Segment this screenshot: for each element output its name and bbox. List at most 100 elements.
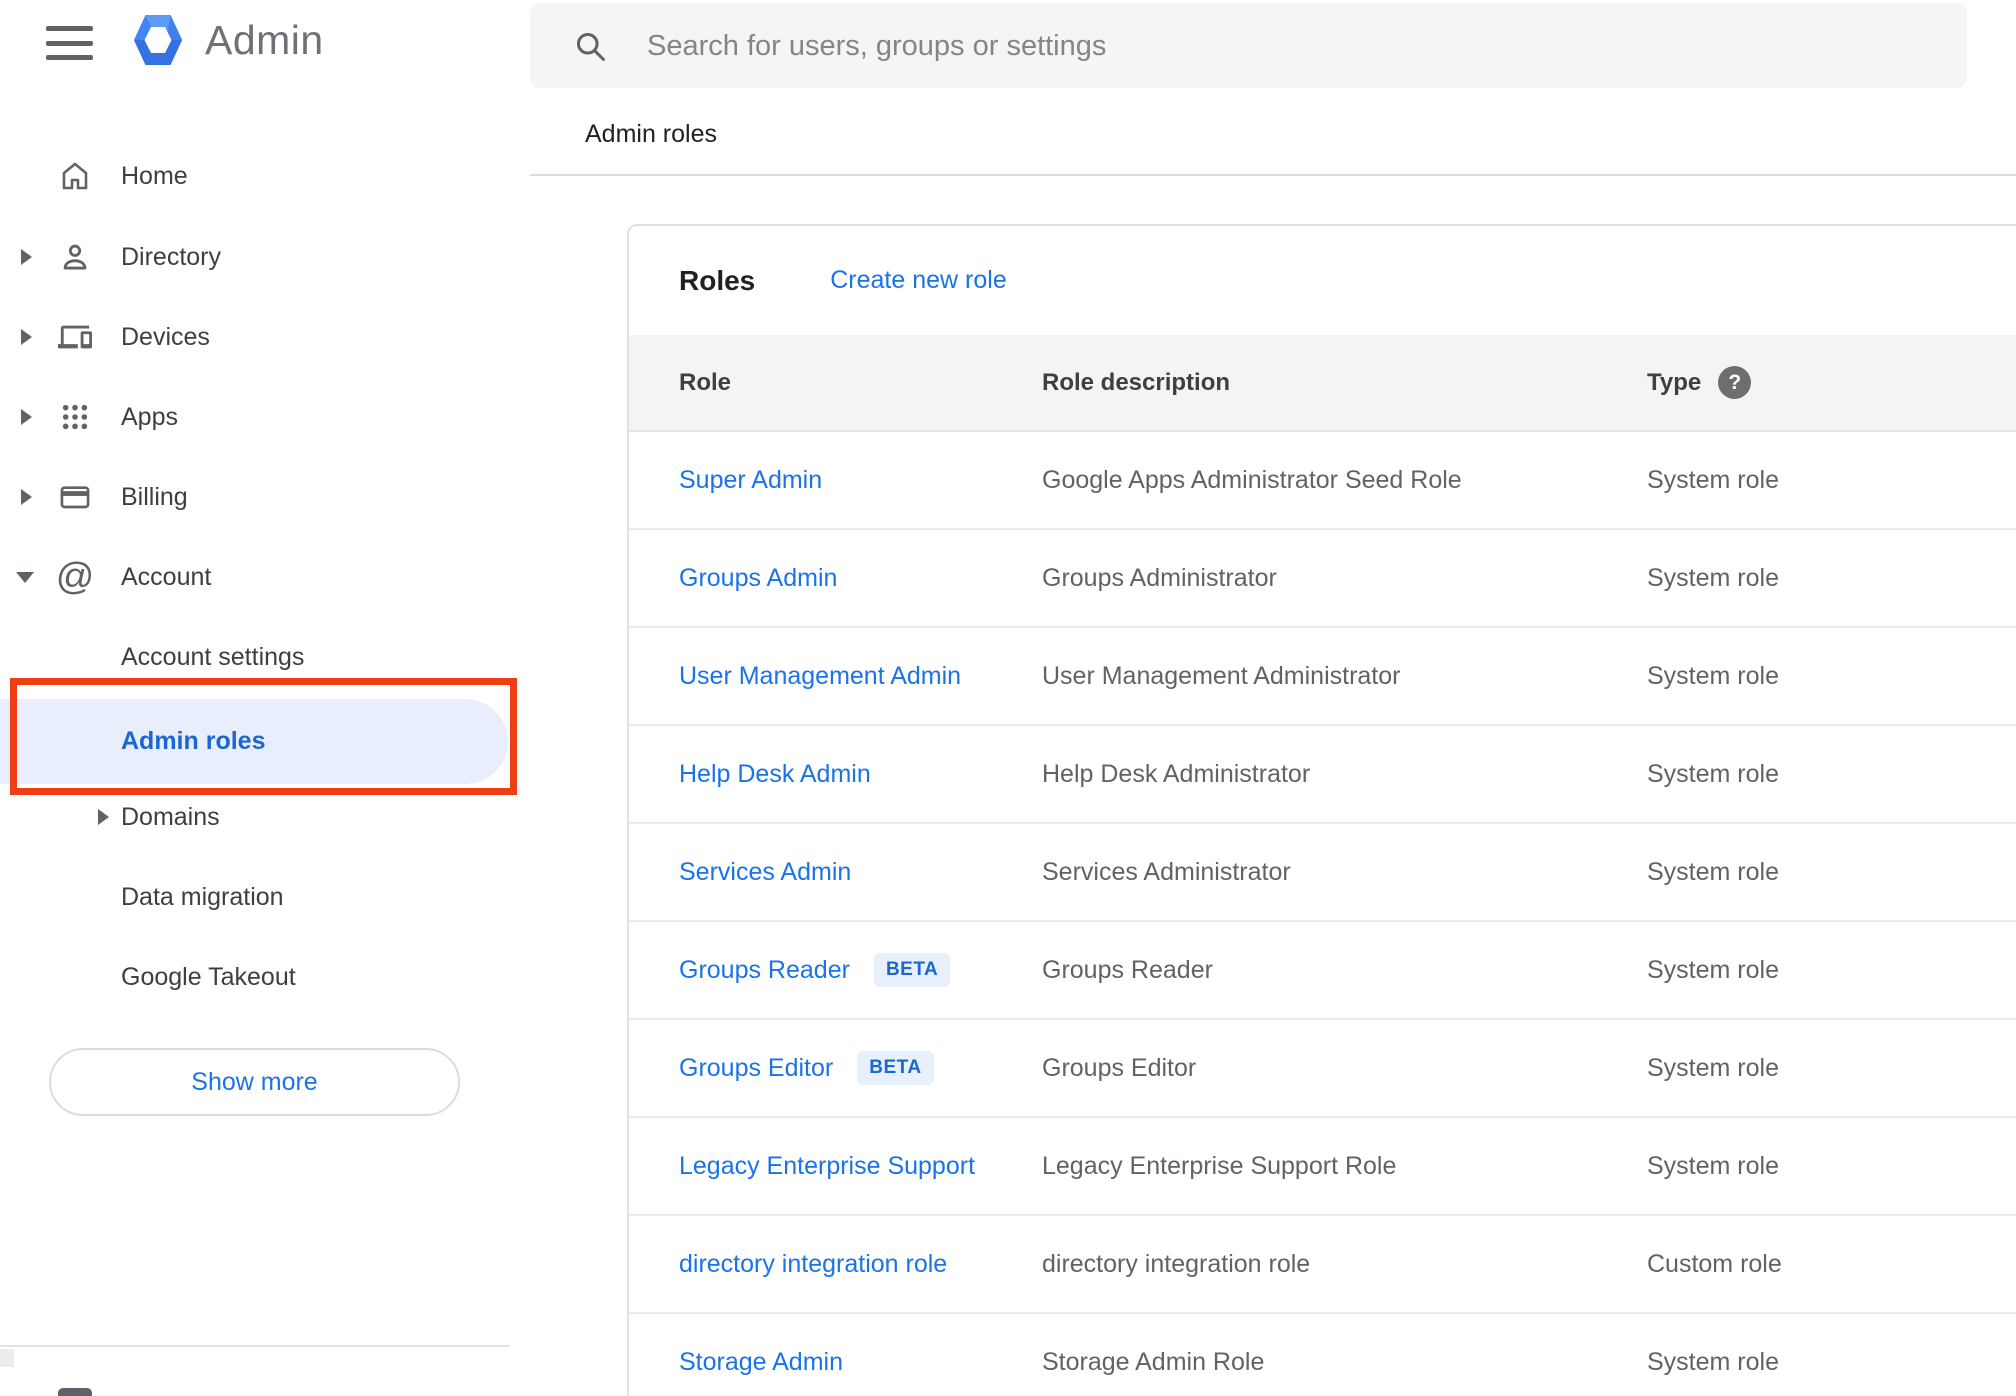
sidebar-item-label: Directory	[121, 242, 222, 271]
role-link[interactable]: Help Desk Admin	[679, 760, 871, 789]
sidebar-item-account[interactable]: @ Account	[0, 553, 508, 601]
at-sign-icon: @	[55, 556, 95, 598]
header-divider	[530, 174, 2016, 176]
help-icon[interactable]: ?	[1718, 366, 1752, 399]
sidebar-item-label: Account	[121, 562, 212, 591]
role-type: System role	[1647, 465, 1779, 494]
table-header-row: Role Role description Type ?	[629, 335, 2016, 432]
sidebar-item-label: Admin roles	[121, 727, 266, 755]
table-row: User Management Admin User Management Ad…	[629, 628, 2016, 726]
role-link[interactable]: Groups Reader	[679, 956, 850, 985]
sidebar-item-label: Billing	[121, 482, 188, 511]
search-bar[interactable]	[530, 3, 1967, 90]
table-row: Legacy Enterprise Support Legacy Enterpr…	[629, 1118, 2016, 1216]
expand-down-icon[interactable]	[16, 553, 34, 601]
expand-right-icon[interactable]	[21, 393, 32, 441]
table-row: Help Desk Admin Help Desk Administrator …	[629, 726, 2016, 824]
expand-right-icon[interactable]	[21, 233, 32, 281]
sidebar-item-label: Domains	[121, 802, 220, 831]
table-row: Services Admin Services Administrator Sy…	[629, 824, 2016, 922]
apps-grid-icon	[56, 393, 94, 441]
devices-icon	[56, 313, 94, 361]
role-type: System role	[1647, 857, 1779, 886]
beta-badge: BETA	[873, 953, 951, 987]
sidebar-item-apps[interactable]: Apps	[0, 393, 508, 441]
create-new-role-link[interactable]: Create new role	[830, 266, 1006, 295]
search-input[interactable]	[645, 3, 1929, 90]
role-type: System role	[1647, 759, 1779, 788]
google-admin-console: Admin Home Directory Devices Apps Billin…	[0, 0, 2016, 1396]
breadcrumb: Admin roles	[585, 120, 717, 148]
column-header-role-description: Role description	[1042, 368, 1231, 396]
admin-logo: Admin	[133, 14, 324, 66]
role-description: Storage Admin Role	[1042, 1347, 1265, 1376]
role-description: User Management Administrator	[1042, 661, 1401, 690]
table-row: directory integration role directory int…	[629, 1216, 2016, 1314]
role-type: System role	[1647, 1347, 1779, 1376]
sidebar-item-account-settings[interactable]: Account settings	[0, 633, 508, 681]
role-link[interactable]: Groups Admin	[679, 564, 837, 593]
sidebar-item-admin-roles-selected[interactable]: Admin roles	[0, 699, 508, 784]
beta-badge: BETA	[857, 1051, 934, 1085]
role-description: Help Desk Administrator	[1042, 759, 1311, 788]
roles-card-header: Roles Create new role	[629, 226, 2016, 335]
table-row: Storage Admin Storage Admin Role System …	[629, 1314, 2016, 1396]
credit-card-icon	[56, 473, 94, 521]
role-type: System role	[1647, 955, 1779, 984]
role-type: System role	[1647, 1151, 1779, 1180]
scrollbar-fragment	[0, 1349, 14, 1367]
sidebar: Admin Home Directory Devices Apps Billin…	[0, 0, 530, 1396]
table-row: Groups Editor BETA Groups Editor System …	[629, 1020, 2016, 1118]
role-description: Google Apps Administrator Seed Role	[1042, 465, 1462, 494]
roles-heading: Roles	[679, 264, 756, 296]
admin-logo-hexagon-icon	[134, 15, 182, 65]
sidebar-item-data-migration[interactable]: Data migration	[0, 873, 508, 921]
sidebar-item-label: Account settings	[121, 642, 305, 671]
role-link[interactable]: Super Admin	[679, 466, 822, 495]
role-link[interactable]: Services Admin	[679, 858, 851, 887]
sidebar-item-label: Apps	[121, 402, 178, 431]
show-more-button[interactable]: Show more	[49, 1048, 460, 1116]
sidebar-item-label: Devices	[121, 322, 210, 351]
table-row: Groups Admin Groups Administrator System…	[629, 530, 2016, 628]
sidebar-item-label: Google Takeout	[121, 962, 296, 991]
role-type: System role	[1647, 1053, 1779, 1082]
role-description: Groups Reader	[1042, 955, 1213, 984]
role-link[interactable]: directory integration role	[679, 1250, 947, 1279]
sidebar-item-label: Home	[121, 161, 188, 190]
clipped-bottom-icon	[58, 1388, 92, 1396]
role-description: Groups Editor	[1042, 1053, 1197, 1082]
role-description: directory integration role	[1042, 1249, 1311, 1278]
role-description: Groups Administrator	[1042, 563, 1277, 592]
app-title: Admin	[205, 16, 324, 63]
role-link[interactable]: Groups Editor	[679, 1054, 833, 1083]
sidebar-divider	[0, 1345, 510, 1347]
table-row: Super Admin Google Apps Administrator Se…	[629, 432, 2016, 530]
table-row: Groups Reader BETA Groups Reader System …	[629, 922, 2016, 1020]
roles-table-body: Super Admin Google Apps Administrator Se…	[629, 432, 2016, 1396]
role-type: Custom role	[1647, 1249, 1782, 1278]
column-header-role: Role	[679, 368, 732, 396]
sidebar-item-devices[interactable]: Devices	[0, 313, 508, 361]
search-icon	[572, 28, 608, 69]
sidebar-item-google-takeout[interactable]: Google Takeout	[0, 953, 508, 1001]
sidebar-item-home[interactable]: Home	[0, 152, 508, 200]
expand-right-icon[interactable]	[21, 473, 32, 521]
role-type: System role	[1647, 661, 1779, 690]
role-type: System role	[1647, 563, 1779, 592]
role-link[interactable]: User Management Admin	[679, 662, 961, 691]
role-description: Services Administrator	[1042, 857, 1291, 886]
role-link[interactable]: Legacy Enterprise Support	[679, 1152, 975, 1181]
sidebar-item-domains[interactable]: Domains	[0, 793, 508, 841]
home-icon	[56, 152, 94, 200]
expand-right-icon[interactable]	[21, 313, 32, 361]
roles-card: Roles Create new role Role Role descript…	[627, 224, 2016, 1396]
role-link[interactable]: Storage Admin	[679, 1348, 843, 1377]
sidebar-item-directory[interactable]: Directory	[0, 233, 508, 281]
sidebar-item-billing[interactable]: Billing	[0, 473, 508, 521]
expand-right-icon[interactable]	[98, 793, 109, 841]
hamburger-menu-icon[interactable]	[46, 26, 93, 60]
person-icon	[56, 233, 94, 281]
column-header-type: Type ?	[1647, 366, 2016, 399]
role-description: Legacy Enterprise Support Role	[1042, 1151, 1397, 1180]
